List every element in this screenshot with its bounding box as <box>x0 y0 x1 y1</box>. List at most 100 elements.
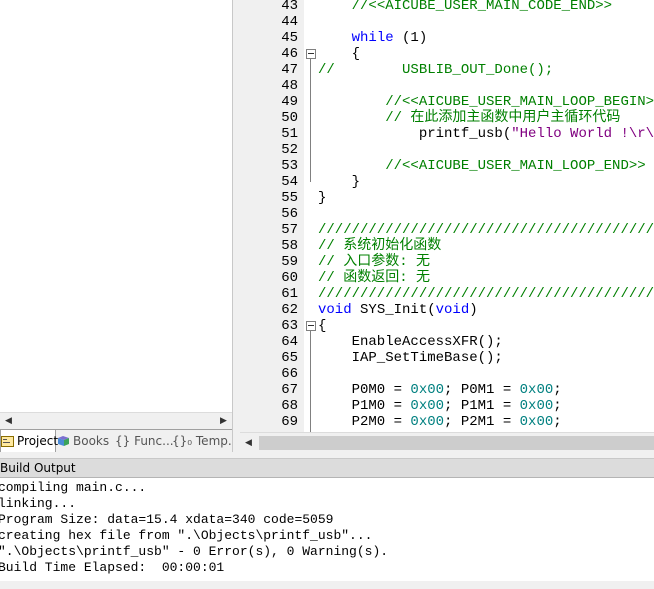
keyword-token: void <box>318 302 352 318</box>
line-number: 48 <box>281 78 298 94</box>
tab-functions-label: {} Func... <box>115 434 174 448</box>
line-number: 66 <box>281 366 298 382</box>
build-output-panel[interactable]: compiling main.c... linking... Program Siz… <box>0 478 654 581</box>
tab-books[interactable]: Books <box>57 430 111 452</box>
build-output-line: compiling main.c... <box>0 480 147 495</box>
code-line: while (1) <box>318 30 428 46</box>
line-number: 65 <box>281 350 298 366</box>
code-line: } <box>318 190 326 206</box>
comment-token: // 在此添加主函数中用户主循环代码 <box>385 110 621 126</box>
code-line: P1M0 = 0x00; P1M1 = 0x00; // <box>318 398 654 414</box>
line-number: 61 <box>281 286 298 302</box>
code-line: //<<AICUBE_USER_MAIN_CODE_END>> <box>318 0 612 14</box>
code-token: ) <box>469 302 478 318</box>
code-line: // 函数返回: 无 <box>318 270 430 286</box>
tab-functions[interactable]: {} Func... <box>115 430 174 452</box>
line-number: 67 <box>281 382 298 398</box>
code-token: ; P2M1 = <box>444 414 520 430</box>
comment-token: // 入口参数: 无 <box>318 254 431 270</box>
code-line: //////////////////////////////////////// <box>318 222 654 238</box>
project-pane-horizontal-scrollbar[interactable]: ◀ ▶ <box>0 412 232 430</box>
code-token: EnableAccessXFR(); <box>318 334 654 350</box>
code-token: ; P1M1 = <box>444 398 520 414</box>
project-tree[interactable] <box>0 0 232 412</box>
code-token: SYS_Init( <box>351 302 436 318</box>
tab-templates[interactable]: {}₀ Temp... <box>172 430 239 452</box>
comment-token: // USBLIB_OUT_Done(); <box>318 62 554 78</box>
line-number: 53 <box>281 158 298 174</box>
comment-token: //////////////////////////////////////// <box>318 222 654 238</box>
code-token: ; <box>553 398 654 414</box>
code-token: ; <box>553 382 654 398</box>
number-token: 0x00 <box>410 398 445 414</box>
code-token: } <box>318 190 327 206</box>
line-number: 49 <box>281 94 298 110</box>
comment-token: //<<AICUBE_USER_MAIN_LOOP_BEGIN>> <box>385 94 654 110</box>
code-line: // USBLIB_OUT_Done(); <box>318 62 553 78</box>
fold-collapse-icon[interactable] <box>306 321 316 331</box>
scroll-left-icon[interactable]: ◀ <box>0 413 17 430</box>
code-token: IAP_SetTimeBase(); <box>318 350 654 366</box>
number-token: 0x00 <box>410 382 445 398</box>
code-token: P0M0 = <box>318 382 411 398</box>
code-token: ; <box>553 414 654 430</box>
code-token: P1M0 = <box>318 398 411 414</box>
line-number: 68 <box>281 398 298 414</box>
code-line: { <box>318 318 326 334</box>
comment-token: //////////////////////////////////////// <box>318 286 654 302</box>
pane-splitter[interactable] <box>232 0 240 452</box>
scrollbar-thumb[interactable] <box>259 436 654 450</box>
editor-horizontal-scrollbar[interactable]: ◀ <box>240 432 654 453</box>
code-line: } <box>318 174 360 190</box>
project-pane-tabs: Project Books {} Func... {}₀ Temp... <box>0 429 239 453</box>
comment-token: //<<AICUBE_USER_MAIN_LOOP_END>> <box>385 158 646 174</box>
code-line: IAP_SetTimeBase(); // <box>318 350 654 366</box>
number-token: 0x00 <box>519 382 554 398</box>
line-number: 51 <box>281 126 298 142</box>
comment-token: // 函数返回: 无 <box>318 270 431 286</box>
code-line: EnableAccessXFR(); // <box>318 334 654 350</box>
build-output-line: Build Time Elapsed: 00:00:01 <box>0 560 225 575</box>
number-token: 0x00 <box>519 398 554 414</box>
tab-books-label: Books <box>73 434 110 448</box>
line-number: 52 <box>281 142 298 158</box>
line-number: 54 <box>281 174 298 190</box>
status-strip <box>0 581 654 589</box>
tab-project[interactable]: Project <box>0 430 59 453</box>
code-line: //<<AICUBE_USER_MAIN_LOOP_END>> <box>318 158 646 174</box>
code-line: // 入口参数: 无 <box>318 254 430 270</box>
line-number: 60 <box>281 270 298 286</box>
comment-token: //<<AICUBE_USER_MAIN_CODE_END>> <box>351 0 613 14</box>
build-output-splitter[interactable] <box>0 452 654 459</box>
code-editor[interactable]: 43 44 45 46 47 48 49 50 51 52 53 54 55 56 57 58 59 60 61 62… <box>240 0 654 432</box>
scroll-right-icon[interactable]: ▶ <box>215 413 232 430</box>
line-number: 57 <box>281 222 298 238</box>
line-number: 55 <box>281 190 298 206</box>
code-area[interactable]: //<<AICUBE_USER_MAIN_CODE_END>> while (1… <box>318 0 654 432</box>
code-line: P2M0 = 0x00; P2M1 = 0x00; // <box>318 414 654 430</box>
build-output-line: Program Size: data=15.4 xdata=340 code=5… <box>0 512 334 527</box>
line-number: 59 <box>281 254 298 270</box>
books-icon <box>58 436 69 446</box>
comment-token: // 系统初始化函数 <box>318 238 442 254</box>
code-token: } <box>318 174 361 190</box>
line-number: 43 <box>281 0 298 14</box>
code-token: (1) <box>393 30 428 46</box>
scroll-left-icon[interactable]: ◀ <box>240 433 257 453</box>
code-line: P0M0 = 0x00; P0M1 = 0x00; // <box>318 382 654 398</box>
tab-project-label: Project <box>17 434 59 448</box>
fold-collapse-icon[interactable] <box>306 49 316 59</box>
project-icon <box>1 436 14 447</box>
fold-guide-line <box>310 59 311 182</box>
code-line: void SYS_Init(void) <box>318 302 478 318</box>
keyword-token: void <box>435 302 470 318</box>
tab-templates-label: {}₀ Temp... <box>172 434 240 448</box>
line-number: 46 <box>281 46 298 62</box>
code-line: { <box>318 46 360 62</box>
code-token: P2M0 = <box>318 414 411 430</box>
number-token: 0x00 <box>519 414 554 430</box>
